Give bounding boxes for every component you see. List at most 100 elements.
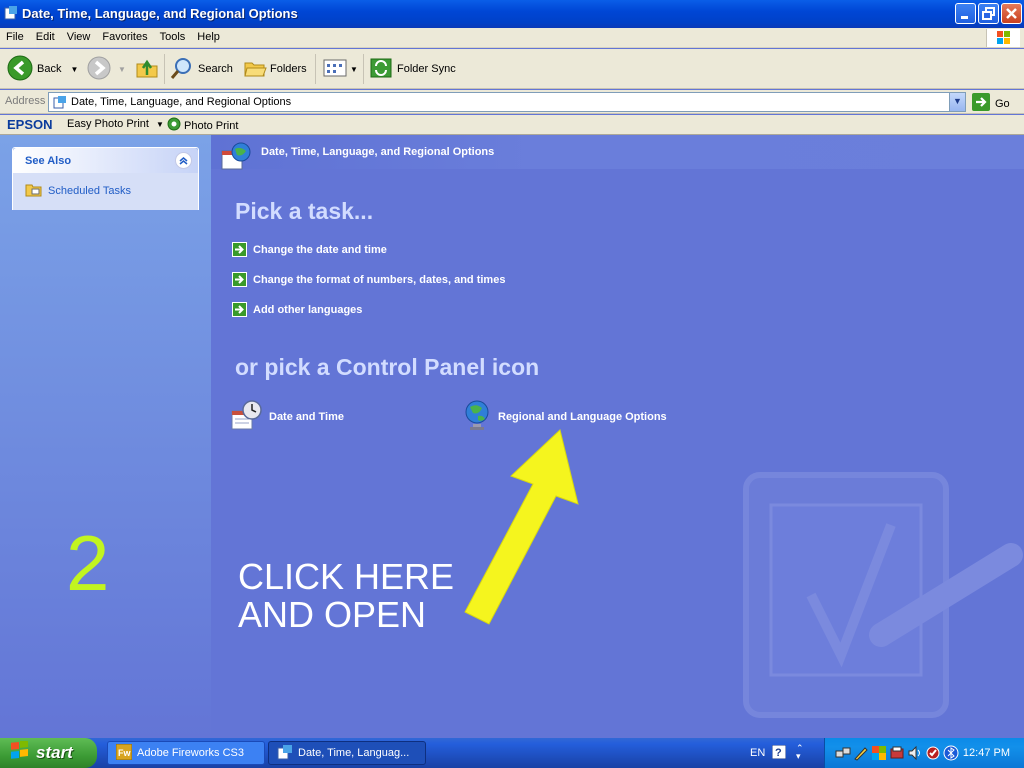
control-panel-icon [4,6,18,20]
date-time-icon [231,399,265,434]
address-value: Date, Time, Language, and Regional Optio… [71,96,292,108]
search-button[interactable]: Search [170,55,233,83]
folders-button[interactable]: Folders [243,55,307,83]
task-change-format[interactable]: Change the format of numbers, dates, and… [232,272,505,287]
go-button[interactable]: Go [972,93,1010,114]
cp-icon-date-time[interactable]: Date and Time [231,399,344,434]
see-also-header[interactable]: See Also [13,148,198,173]
epson-brand: EPSON [7,117,53,132]
instruction-annotation: CLICK HERE AND OPEN [238,556,455,635]
clock[interactable]: 12:47 PM [963,747,1010,759]
folder-sync-label: Folder Sync [397,63,456,75]
window-title: Date, Time, Language, and Regional Optio… [22,6,298,21]
pick-task-heading: Pick a task... [235,198,374,224]
scheduled-tasks-icon [25,181,43,200]
toolbar-separator [363,54,364,84]
menu-view[interactable]: View [61,28,97,43]
windows-flag-icon [9,739,31,766]
main-header: Date, Time, Language, and Regional Optio… [211,135,1024,170]
taskbar: start Fw Adobe Fireworks CS3 Date, Time,… [0,738,1024,768]
cp-icon-label: Date and Time [269,410,344,423]
language-bar-options-icon[interactable]: ⌃ ▾ [796,744,804,761]
task-add-languages[interactable]: Add other languages [232,302,362,317]
toolbar: Back ▼ ▼ Search Folders ▼ Folder Sync [0,49,1024,89]
views-icon [322,56,348,83]
forward-dropdown-icon[interactable]: ▼ [118,65,126,74]
tray-bluetooth-icon[interactable] [943,745,959,764]
close-button[interactable] [1001,3,1022,24]
system-tray: 12:47 PM [824,738,1024,768]
tray-security-icon[interactable] [871,745,887,764]
maximize-button[interactable] [978,3,999,24]
search-label: Search [198,63,233,75]
forward-button[interactable]: ▼ [86,55,126,83]
go-label: Go [995,97,1010,110]
up-folder-button[interactable] [135,55,159,83]
annotation-arrow-icon [464,429,579,625]
go-arrow-icon [972,93,990,114]
easy-photo-print-button[interactable]: Easy Photo Print ▼ [67,118,164,130]
menu-tools[interactable]: Tools [154,28,192,43]
address-label: Address [5,95,46,107]
menu-bar: File Edit View Favorites Tools Help [0,28,1024,48]
address-input[interactable]: Date, Time, Language, and Regional Optio… [48,92,966,112]
views-dropdown-icon[interactable]: ▼ [350,65,358,74]
date-time-language-icon [220,141,254,174]
views-button[interactable]: ▼ [322,55,358,83]
collapse-chevron-icon[interactable] [175,152,192,169]
photo-print-label: Photo Print [184,119,239,132]
up-folder-icon [135,56,159,83]
help-icon[interactable]: ? [771,744,787,762]
tray-volume-icon[interactable] [907,745,923,764]
task-change-date-time[interactable]: Change the date and time [232,242,387,257]
menu-help[interactable]: Help [191,28,226,43]
forward-arrow-icon [86,55,112,84]
task-label: Change the date and time [253,243,387,256]
scheduled-tasks-label: Scheduled Tasks [48,184,131,197]
taskbar-task-fireworks[interactable]: Fw Adobe Fireworks CS3 [107,741,265,765]
tray-antivirus-icon[interactable] [925,745,941,764]
main-header-title: Date, Time, Language, and Regional Optio… [261,146,495,158]
back-button[interactable]: Back ▼ [7,55,78,83]
see-also-panel: See Also Scheduled Tasks [12,147,199,210]
easy-photo-print-dropdown-icon[interactable]: ▼ [156,120,164,129]
see-also-body: Scheduled Tasks [13,173,198,210]
address-dropdown-icon[interactable]: ▼ [949,93,965,111]
folders-label: Folders [270,63,307,75]
minimize-button[interactable] [955,3,976,24]
photo-print-button[interactable]: Photo Print [167,117,238,134]
step-number-annotation: 2 [66,519,110,607]
tray-pen-icon[interactable] [853,745,869,764]
folder-sync-button[interactable]: Folder Sync [369,55,456,83]
task-arrow-icon [232,242,247,257]
tray-connection-icon[interactable] [889,745,905,764]
see-also-title: See Also [25,155,72,167]
cp-icon-label: Regional and Language Options [498,410,667,423]
toolbar-separator [164,54,165,84]
task-label: Add other languages [253,303,363,316]
main-content: Date, Time, Language, and Regional Optio… [211,135,1024,738]
menu-favorites[interactable]: Favorites [96,28,153,43]
svg-text:?: ? [775,747,782,759]
task-arrow-icon [232,272,247,287]
folders-icon [243,56,267,83]
scheduled-tasks-link[interactable]: Scheduled Tasks [25,181,131,200]
taskbar-task-control-panel[interactable]: Date, Time, Languag... [268,741,426,765]
fireworks-icon: Fw [115,743,133,763]
tray-network-icon[interactable] [835,745,851,764]
toolbar-separator [315,54,316,84]
control-panel-icon [53,95,67,112]
taskbar-task-label: Adobe Fireworks CS3 [137,747,244,759]
menu-edit[interactable]: Edit [30,28,61,43]
windows-logo-icon [986,29,1020,47]
easy-photo-print-label: Easy Photo Print [67,118,149,130]
start-label: start [36,743,73,762]
epson-toolbar: EPSON Easy Photo Print ▼ Photo Print [0,115,1024,135]
svg-text:Fw: Fw [118,748,131,758]
menu-file[interactable]: File [0,28,30,43]
title-bar[interactable]: Date, Time, Language, and Regional Optio… [0,0,1024,28]
back-dropdown-icon[interactable]: ▼ [70,65,78,74]
control-panel-icon [277,744,293,763]
language-indicator[interactable]: EN [750,747,765,759]
start-button[interactable]: start [0,738,97,768]
